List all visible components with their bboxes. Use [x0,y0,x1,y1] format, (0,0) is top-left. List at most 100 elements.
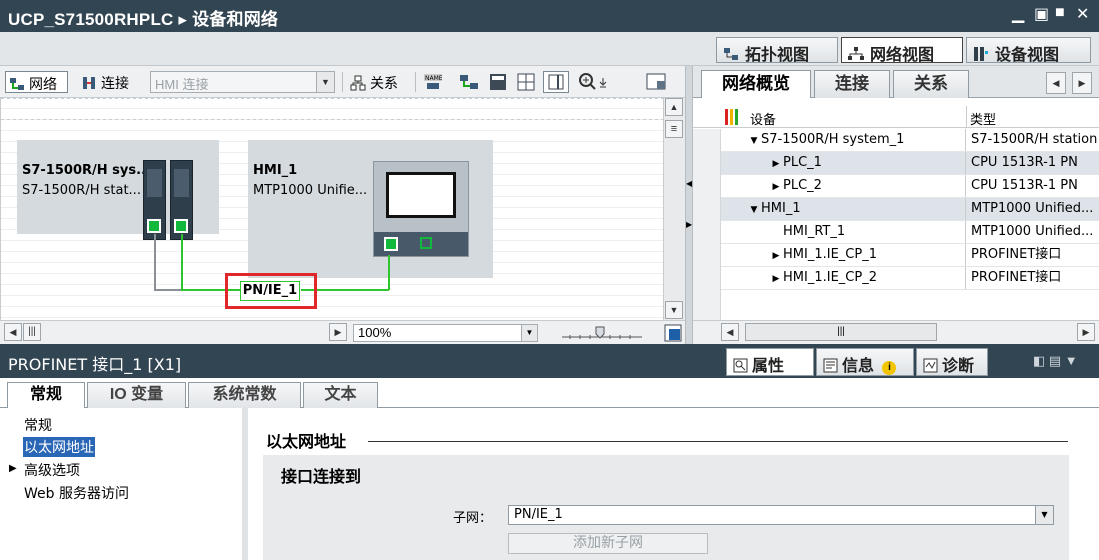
column-header-type[interactable]: 类型 [970,109,996,128]
properties-subtabs: 常规 IO 变量 系统常数 文本 [0,378,1099,409]
properties-icon [733,358,748,373]
hmi-port-2[interactable] [420,237,432,249]
tab-info[interactable]: 信息 i [816,348,914,376]
chevron-down-icon: ▼ [316,72,334,92]
scroll-left-icon[interactable]: ◀ [721,323,739,341]
device-type: CPU 1513R-1 PN [971,155,1078,170]
network-mode-icon [10,78,24,90]
subnet-select[interactable]: PN/IE_1 ▼ [508,505,1054,525]
network-view-button[interactable]: 网络视图 [841,37,963,64]
table-row[interactable]: ▶ PLC_2 CPU 1513R-1 PN [693,175,1099,198]
nav-item-general[interactable]: 常规 [24,415,52,435]
hmi-panel-device[interactable] [373,161,469,257]
hmi-port-1[interactable] [384,237,398,251]
device-view-button[interactable]: 设备视图 [966,37,1091,64]
panel-icon[interactable] [489,73,507,91]
restore-icon[interactable]: ▣ [1034,4,1049,24]
properties-nav: 常规 以太网地址 ▶ 高级选项 Web 服务器访问 [0,408,248,560]
plc-2-port[interactable] [174,219,188,233]
collapse-triangle-icon[interactable]: ▼ [747,199,761,220]
table-row[interactable]: ▶ HMI_1.IE_CP_1 PROFINET接口 [693,244,1099,267]
row-selector-column [693,129,721,320]
network-canvas[interactable]: S7-1500R/H sys... S7-1500R/H stat... HMI… [0,98,664,320]
tab-network-overview[interactable]: 网络概览 [701,70,811,99]
overview-panel-icon[interactable] [646,72,666,92]
nav-item-ethernet-address[interactable]: 以太网地址 [23,437,95,457]
properties-title: PROFINET 接口_1 [X1] [8,355,182,374]
scroll-down-icon[interactable]: ▼ [665,301,683,319]
hmi-cable [388,255,390,290]
nav-item-advanced-options[interactable]: 高级选项 [24,460,80,480]
tab-texts[interactable]: 文本 [303,382,378,408]
connections-mode-button[interactable]: 连接 [78,71,144,93]
maximize-icon[interactable]: ■ [1055,4,1065,22]
tab-properties[interactable]: 属性 [726,348,814,376]
expand-triangle-icon[interactable]: ▶ [769,268,783,289]
topology-view-button[interactable]: 拓扑视图 [716,37,838,64]
nav-item-web-server-access[interactable]: Web 服务器访问 [24,483,129,503]
table-row[interactable]: ▼ S7-1500R/H system_1 S7-1500R/H station [693,129,1099,152]
zoom-select[interactable]: 100% ▼ [353,324,538,342]
tab-diagnostics[interactable]: 诊断 [916,348,988,376]
device-name: HMI_1.IE_CP_2 [783,270,877,285]
navigator-icon[interactable] [664,324,682,342]
device-type: PROFINET接口 [971,247,1062,262]
expand-triangle-icon[interactable]: ▶ [769,153,783,174]
tab-relations[interactable]: 关系 [893,70,969,98]
tab-connections[interactable]: 连接 [814,70,890,98]
panel-splitter[interactable]: ◀ ▶ [685,66,693,344]
device-name: PLC_2 [783,178,822,193]
expand-icon[interactable]: ▶ [9,463,17,474]
assign-address-icon[interactable] [459,73,479,91]
overview-tabs: 网络概览 连接 关系 ◀ ▶ [693,66,1099,99]
add-new-subnet-button[interactable]: 添加新子网 [508,533,708,554]
minimize-icon[interactable]: ▁ [1012,4,1024,24]
relations-mode-button[interactable]: 关系 [347,71,411,93]
tab-general[interactable]: 常规 [7,382,85,409]
scroll-up-icon[interactable]: ▲ [665,98,683,116]
collapse-triangle-icon[interactable]: ▼ [747,130,761,151]
section-title: 以太网地址 [266,432,347,451]
table-row[interactable]: HMI_RT_1 MTP1000 Unified... [693,221,1099,244]
horizontal-scroll-thumb[interactable]: ||| [745,323,937,341]
scroll-right-icon[interactable]: ▶ [1077,323,1095,341]
tab-scroll-right-icon[interactable]: ▶ [1072,72,1092,94]
table-header: 设备 类型 [693,106,1099,128]
plc-2-module[interactable] [170,160,193,240]
expand-triangle-icon[interactable]: ▶ [769,245,783,266]
status-icon [725,109,738,125]
close-icon[interactable]: ✕ [1076,4,1089,24]
tab-system-constants[interactable]: 系统常数 [188,382,301,408]
grid-icon[interactable] [517,73,535,91]
table-row[interactable]: ▼ HMI_1 MTP1000 Unified... [693,198,1099,221]
plc-1-port[interactable] [147,219,161,233]
layout-toggle-button[interactable] [543,71,569,93]
overview-horizontal-scrollbar[interactable]: ◀ ||| ▶ [693,320,1099,344]
column-header-device[interactable]: 设备 [750,109,776,128]
info-icon: i [882,361,897,375]
zoom-slider[interactable] [560,325,644,341]
scroll-thumb[interactable]: ≡ [665,120,683,138]
canvas-vertical-scrollbar[interactable]: ▲ ≡ ▼ [663,98,685,320]
tab-io-tags[interactable]: IO 变量 [87,382,186,408]
expand-triangle-icon[interactable]: ▶ [769,176,783,197]
connection-type-select[interactable]: HMI 连接 ▼ [150,71,335,93]
device-type: S7-1500R/H station [971,132,1098,147]
zoom-icon[interactable] [578,72,612,92]
chevron-down-icon: ▼ [521,325,537,341]
table-row[interactable]: ▶ HMI_1.IE_CP_2 PROFINET接口 [693,267,1099,290]
network-mode-button[interactable]: 网络 [5,71,68,93]
properties-titlebar: PROFINET 接口_1 [X1] 属性 信息 i 诊断 ◧ ▤ ▼ [0,344,1099,378]
plc-1-module[interactable] [143,160,166,240]
scroll-left-icon[interactable]: ◀ [4,323,22,341]
show-names-icon[interactable]: NAME [424,74,442,90]
table-row[interactable]: ▶ PLC_1 CPU 1513R-1 PN [693,152,1099,175]
tab-scroll-left-icon[interactable]: ◀ [1046,72,1066,94]
scroll-right-icon[interactable]: ▶ [329,323,347,341]
station-name: HMI_1 [253,163,298,178]
svg-text:NAME: NAME [425,75,442,82]
station-type: MTP1000 Unifie... [253,183,368,198]
horizontal-scroll-thumb[interactable]: ||| [23,323,41,341]
pane-layout-icon[interactable]: ◧ ▤ ▼ [1033,353,1078,369]
device-type: PROFINET接口 [971,270,1062,285]
